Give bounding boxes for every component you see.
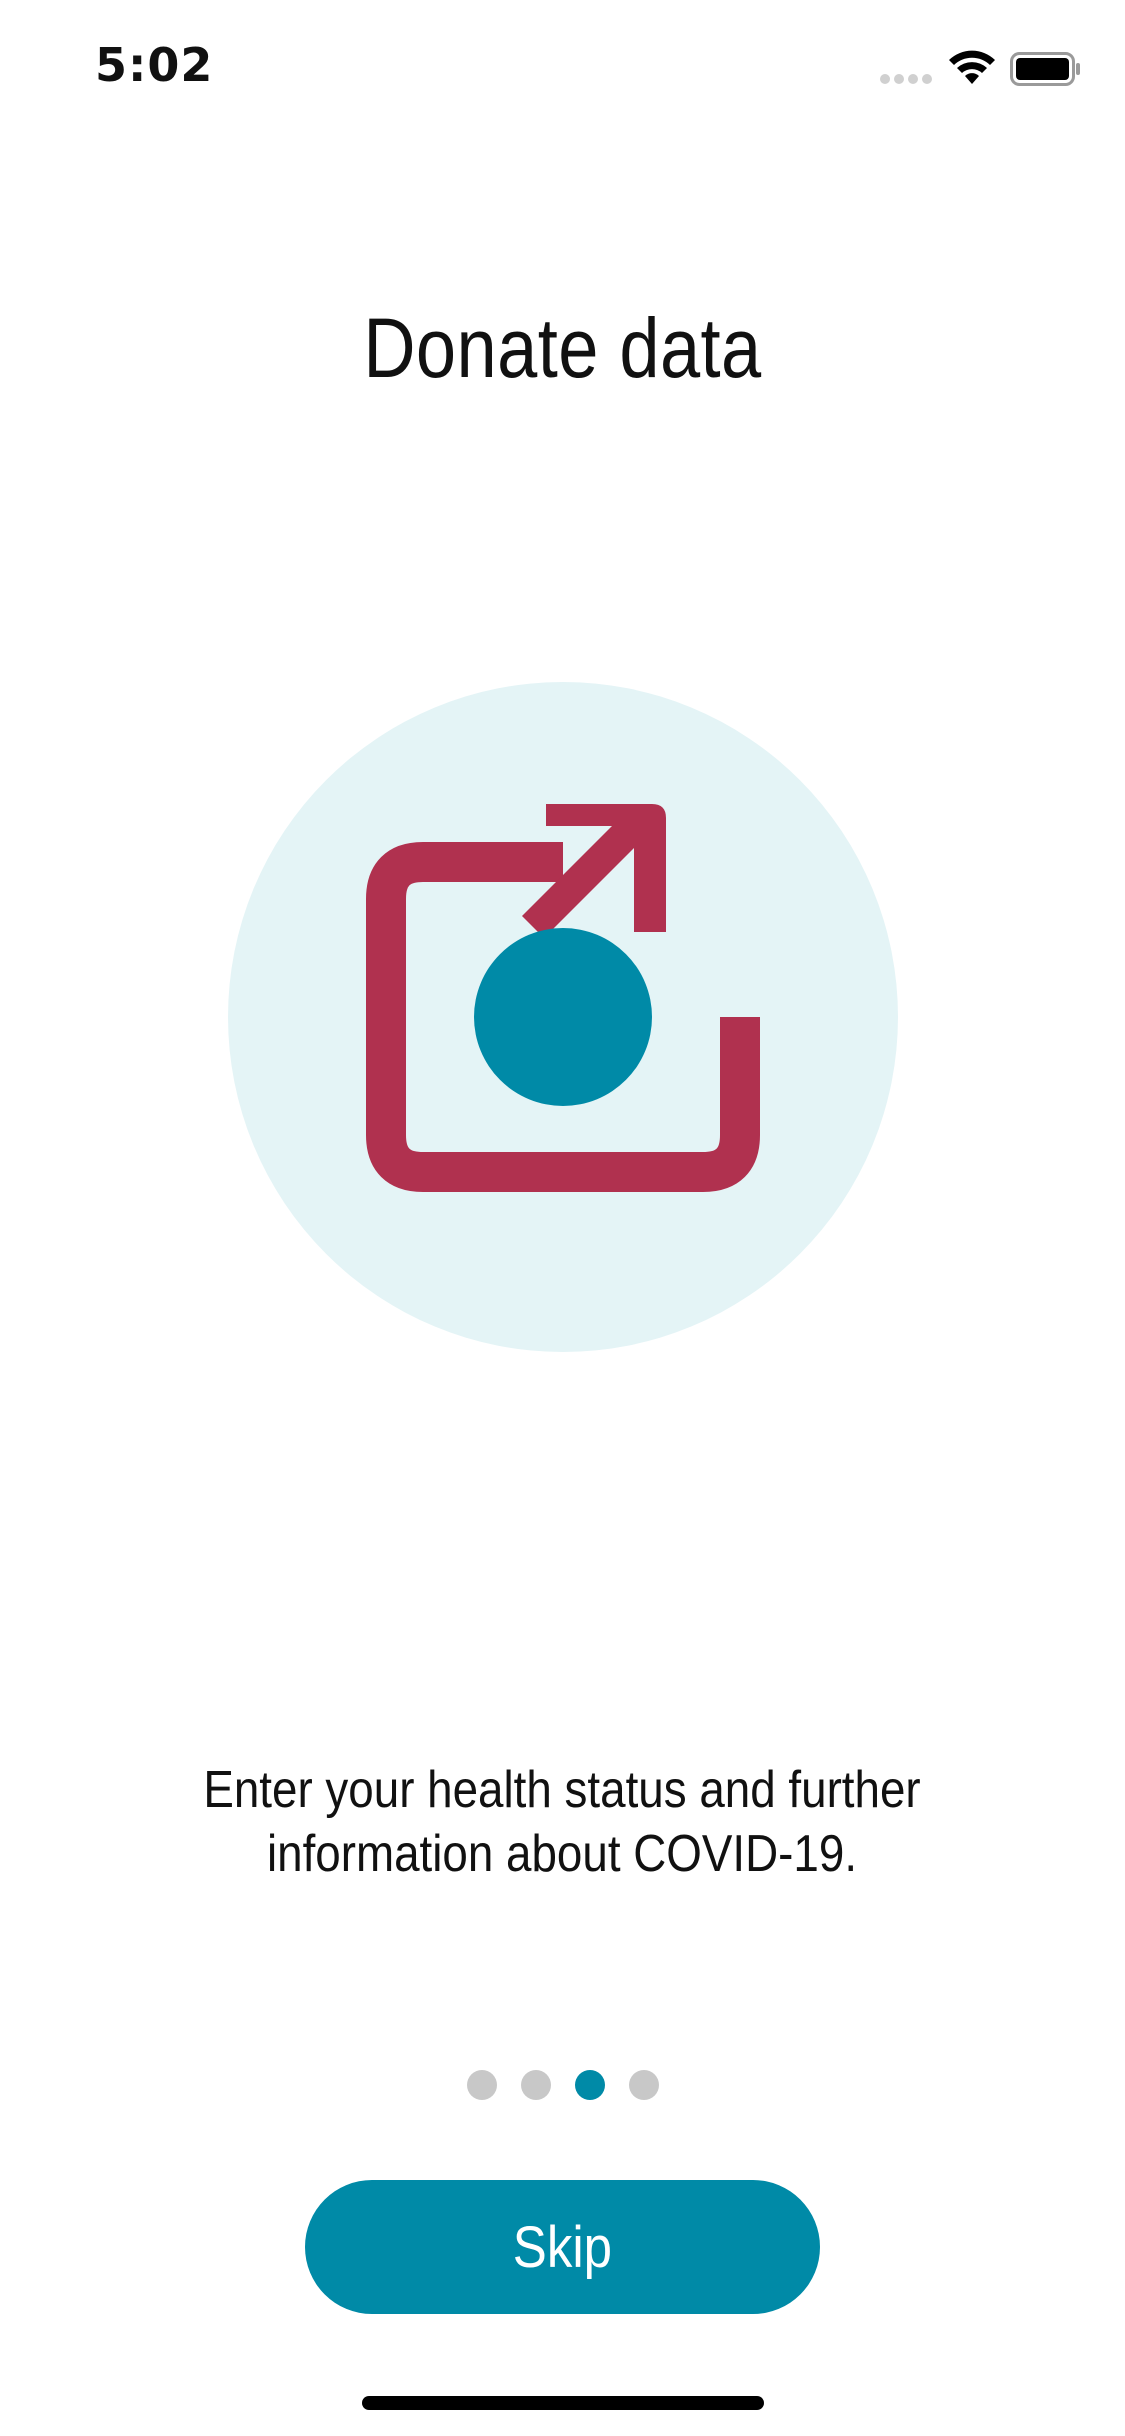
page-dot-3-active[interactable] xyxy=(574,2070,605,2100)
page-dot-4[interactable] xyxy=(628,2070,659,2100)
skip-button-label: Skip xyxy=(512,2214,613,2280)
skip-button[interactable]: Skip xyxy=(305,2180,820,2314)
description: Enter your health status and further inf… xyxy=(203,1761,921,1883)
home-indicator[interactable] xyxy=(362,2396,764,2410)
page-title: Donate data xyxy=(363,301,762,395)
page-indicator[interactable] xyxy=(0,2070,1125,2102)
wifi-icon xyxy=(949,50,995,84)
battery-icon xyxy=(1010,52,1080,86)
page-dot-2[interactable] xyxy=(520,2070,551,2100)
status-bar: 5:02 xyxy=(0,0,1125,140)
donate-data-icon xyxy=(228,682,898,1352)
page-dot-1[interactable] xyxy=(466,2070,497,2100)
status-time: 5:02 xyxy=(95,38,214,92)
signal-icon xyxy=(880,74,932,84)
donate-dot xyxy=(474,928,652,1106)
